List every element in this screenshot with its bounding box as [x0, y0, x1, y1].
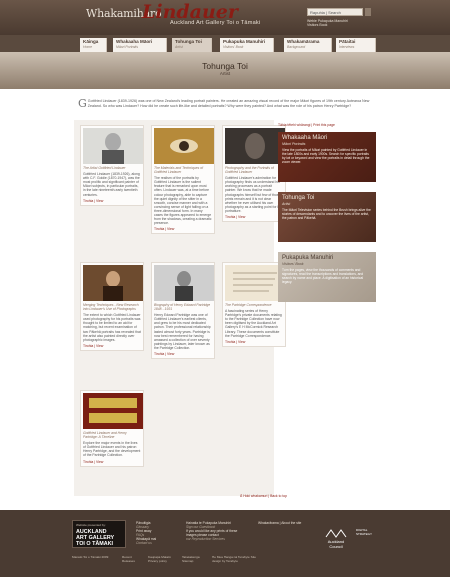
- footer-bottom-bar: Manatū Toi o Tāmaki 2009 Recent Releases…: [72, 555, 382, 568]
- site-logo-subtitle: Auckland Art Gallery Toi o Tāmaki: [170, 20, 261, 26]
- side-panel-subheading: Visitors' Book: [282, 262, 304, 266]
- card-view-link[interactable]: Tirohia | View: [225, 215, 283, 219]
- card-image-moko[interactable]: [225, 128, 285, 164]
- card-description: Gottfried Lindauer's admiration for phot…: [225, 176, 282, 213]
- side-panel-visitors-book[interactable]: Pukapuka Manuhiri Visitors' Book Turn th…: [278, 252, 376, 302]
- page-title: Tohunga Toi: [202, 61, 248, 71]
- side-panel-subheading: Artist: [282, 202, 291, 206]
- card-caption: Photography and the Portraits of Gottfri…: [225, 166, 274, 175]
- gallery-logo-text: AUCKLAND ART GALLERY TOI O TĀMAKI: [76, 529, 114, 547]
- card-description: Explore the major events in the lives of…: [83, 441, 141, 458]
- nav-tab-visitors-book[interactable]: Pukapuka Manuhiri Visitors' Book: [220, 38, 274, 52]
- card-description: A fascinating series of Henry Partridge'…: [225, 309, 282, 338]
- presented-by-label: Website presented by:: [76, 523, 106, 527]
- card-view-link[interactable]: Tirohia | View: [154, 352, 212, 356]
- card-view-link[interactable]: Tirohia | View: [83, 460, 141, 464]
- card-image-eye[interactable]: [154, 128, 214, 164]
- nav-tab-sublabel: Visitors' Book: [223, 44, 244, 49]
- nav-tab-home[interactable]: Kāinga Home: [80, 38, 107, 52]
- page-subtitle: Artist: [219, 71, 231, 76]
- search-option-2[interactable]: Visitors Book: [307, 23, 348, 27]
- site-design-credit[interactable]: He Mea Hanga nā Terabyte Site design by …: [212, 555, 262, 564]
- card-artist[interactable]: The Artist Gottfried Lindauer Gottfried …: [80, 125, 144, 206]
- intro-paragraph: G Gottfried Lindauer (1839-1926) was one …: [78, 97, 373, 110]
- side-panel-heading: Whakaaha Māori: [282, 135, 328, 141]
- card-caption: Merging Techniques - New Research into L…: [83, 303, 139, 312]
- search-go-button[interactable]: [365, 8, 371, 16]
- card-view-link[interactable]: Tirohia | View: [83, 344, 141, 348]
- card-materials[interactable]: The Materials and Techniques of Gottfrie…: [151, 125, 215, 235]
- card-image-portrait-painting[interactable]: [83, 265, 143, 301]
- logo-line: TOI O TĀMAKI: [76, 540, 114, 547]
- nav-tab-artist[interactable]: Tohunga Toi Artist: [172, 38, 212, 52]
- nav-tab-sublabel: Home: [83, 44, 93, 49]
- card-description: Gottfried Lindauer (1839-1926), along wi…: [83, 172, 140, 197]
- dropcap-g: G: [78, 97, 87, 110]
- footer-text: If you would like any prints of these im…: [186, 529, 238, 538]
- side-panel-maori-portraits[interactable]: Whakaaha Māori Māori Portraits View the …: [278, 132, 376, 182]
- card-correspondence[interactable]: The Partridge Correspondence A fascinati…: [222, 262, 286, 347]
- nav-tab-sublabel: Interviews: [339, 44, 355, 49]
- card-caption: The Artist Gottfried Lindauer: [83, 166, 126, 170]
- card-view-link[interactable]: Tirohia | View: [83, 199, 141, 203]
- card-caption: Biography of Henry Edward Partridge 1848…: [154, 303, 211, 312]
- card-biography[interactable]: Biography of Henry Edward Partridge 1848…: [151, 262, 215, 360]
- side-panel-heading: Pukapuka Manuhiri: [282, 255, 334, 261]
- nav-tab-sublabel: Artist: [175, 44, 183, 49]
- card-caption: The Partridge Correspondence: [225, 303, 272, 307]
- auckland-art-gallery-logo[interactable]: Website presented by: AUCKLAND ART GALLE…: [72, 520, 126, 548]
- digital-strategy-logo[interactable]: DIGITAL STRATEGY: [356, 528, 384, 546]
- footer-link-sub[interactable]: Contact us: [136, 541, 180, 545]
- card-caption: Gottfried Lindauer and Henry Partridge: …: [83, 431, 127, 440]
- privacy-policy-link[interactable]: Kaupapa Matatū Privacy policy: [148, 555, 178, 564]
- recent-releases-link[interactable]: Recent Releases: [122, 555, 142, 564]
- partner-name: Auckland Council: [327, 539, 345, 549]
- card-image-letter[interactable]: [225, 265, 285, 301]
- search-options: Webie Pukapuka Manuhiri Visitors Book: [307, 19, 348, 28]
- copyright-text: Manatū Toi o Tāmaki 2009: [72, 555, 109, 559]
- footer-col-1: Pānuitigia Glossary Print away FAQs Whak…: [136, 521, 180, 546]
- back-to-top-link[interactable]: Ā Hoki whakamuri | Back to top: [240, 494, 287, 498]
- card-description: The extent to which Gottfried Lindauer u…: [83, 313, 141, 342]
- nav-tab-label: Pukapuka Manuhiri: [223, 39, 266, 44]
- print-page-link[interactable]: Tāhia tētehi whārangi | Print this page: [278, 123, 335, 127]
- card-view-link[interactable]: Tirohia | View: [225, 340, 283, 344]
- card-timeline[interactable]: Gottfried Lindauer and Henry Partridge: …: [80, 390, 144, 467]
- search-input[interactable]: Rapuhia | Search: [307, 8, 363, 16]
- card-view-link[interactable]: Tirohia | View: [154, 227, 212, 231]
- card-description: The realism of the portraits by Gottfrie…: [154, 176, 212, 226]
- side-panel-heading: Tohunga Toi: [282, 195, 315, 201]
- card-image-timeline-poster[interactable]: [83, 393, 143, 429]
- about-site-link[interactable]: Whakarārama | About the site: [258, 521, 324, 525]
- nav-tab-interviews[interactable]: Pātaitai Interviews: [336, 38, 376, 52]
- footer-col-2: Hainatia te Pukapuka Manuhiri Sign our G…: [186, 521, 244, 541]
- footer-link-sub[interactable]: our Reproduction Services: [186, 537, 244, 541]
- auckland-council-logo[interactable]: Auckland Council: [323, 528, 349, 549]
- side-panel-body: Turn the pages, view the thousands of co…: [282, 268, 364, 284]
- card-caption: The Materials and Techniques of Gottfrie…: [154, 166, 204, 175]
- card-image-portrait[interactable]: [83, 128, 143, 164]
- card-image-partridge[interactable]: [154, 265, 214, 301]
- card-photography[interactable]: Photography and the Portraits of Gottfri…: [222, 125, 286, 223]
- side-panel-body: The Māori Television series behind the B…: [282, 208, 371, 220]
- partner-name: DIGITAL STRATEGY: [356, 528, 372, 536]
- intro-text: Gottfried Lindauer (1839-1926) was one o…: [87, 99, 370, 108]
- card-merging[interactable]: Merging Techniques - New Research into L…: [80, 262, 144, 351]
- nav-tab-background[interactable]: Whakamārama Background: [284, 38, 332, 52]
- footer-col-3: Whakarārama | About the site: [258, 521, 324, 525]
- nav-tab-maori-portraits[interactable]: Whakaaha Māori Māori Portraits: [113, 38, 167, 52]
- side-panel-body: View the portraits of Māori painted by G…: [282, 148, 370, 164]
- sitemap-link[interactable]: Taketakenga Sitemap: [182, 555, 208, 564]
- side-panel-subheading: Māori Portraits: [282, 142, 306, 146]
- nav-tab-sublabel: Background: [287, 44, 306, 49]
- card-description: Henry Edward Partridge was one of Gottfr…: [154, 313, 211, 350]
- nav-tab-sublabel: Māori Portraits: [116, 44, 139, 49]
- side-panel-artist[interactable]: Tohunga Toi Artist The Māori Television …: [278, 192, 376, 242]
